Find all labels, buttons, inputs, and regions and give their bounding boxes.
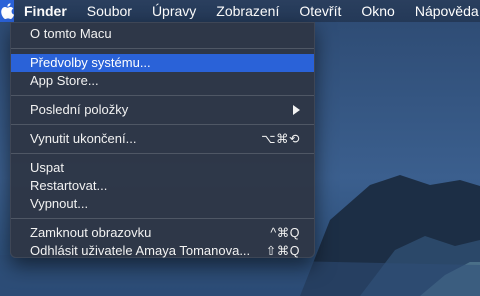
menubar-go[interactable]: Otevřít [289, 0, 351, 22]
menu-item-system-preferences-label: Předvolby systému... [30, 55, 151, 70]
menubar-view[interactable]: Zobrazení [206, 0, 289, 22]
apple-logo-icon [1, 3, 14, 19]
menu-item-recent-items[interactable]: Poslední položky [11, 101, 314, 119]
menubar-window[interactable]: Okno [351, 0, 404, 22]
menu-separator [11, 153, 314, 154]
menu-item-logout-label: Odhlásit uživatele Amaya Tomanova... [30, 243, 251, 258]
logout-shortcut: ⇧⌘Q [265, 244, 300, 258]
menu-separator [11, 95, 314, 96]
menubar-finder[interactable]: Finder [14, 0, 77, 22]
menu-item-force-quit-label: Vynutit ukončení... [30, 131, 137, 146]
menu-separator [11, 48, 314, 49]
menu-item-lock-screen-label: Zamknout obrazovku [30, 225, 152, 240]
menu-item-about-label: O tomto Macu [30, 26, 112, 41]
submenu-arrow-icon [293, 105, 300, 115]
menu-item-force-quit[interactable]: Vynutit ukončení... ⌥⌘⟲ [11, 130, 314, 148]
menu-item-about[interactable]: O tomto Macu [11, 25, 314, 43]
lock-screen-shortcut: ^⌘Q [270, 226, 300, 240]
menu-item-app-store-label: App Store... [30, 73, 99, 88]
menu-item-restart[interactable]: Restartovat... [11, 177, 314, 195]
menu-item-shutdown[interactable]: Vypnout... [11, 195, 314, 213]
menu-item-lock-screen[interactable]: Zamknout obrazovku ^⌘Q [11, 224, 314, 242]
menu-item-sleep[interactable]: Uspat [11, 159, 314, 177]
menu-separator [11, 218, 314, 219]
menu-item-shutdown-label: Vypnout... [30, 196, 89, 211]
force-quit-shortcut: ⌥⌘⟲ [261, 132, 300, 146]
menu-item-sleep-label: Uspat [30, 160, 64, 175]
menu-item-system-preferences[interactable]: Předvolby systému... [11, 54, 314, 72]
menubar-file[interactable]: Soubor [77, 0, 142, 22]
menubar-help[interactable]: Nápověda [405, 0, 480, 22]
menu-separator [11, 124, 314, 125]
menu-item-recent-items-label: Poslední položky [30, 102, 129, 117]
apple-menu-button[interactable] [0, 0, 14, 22]
menu-bar: Finder Soubor Úpravy Zobrazení Otevřít O… [0, 0, 480, 22]
menu-item-restart-label: Restartovat... [30, 178, 108, 193]
menubar-edit[interactable]: Úpravy [142, 0, 206, 22]
apple-menu-dropdown: O tomto Macu Předvolby systému... App St… [10, 22, 315, 258]
menu-item-app-store[interactable]: App Store... [11, 72, 314, 90]
menu-item-logout[interactable]: Odhlásit uživatele Amaya Tomanova... ⇧⌘Q [11, 242, 314, 260]
